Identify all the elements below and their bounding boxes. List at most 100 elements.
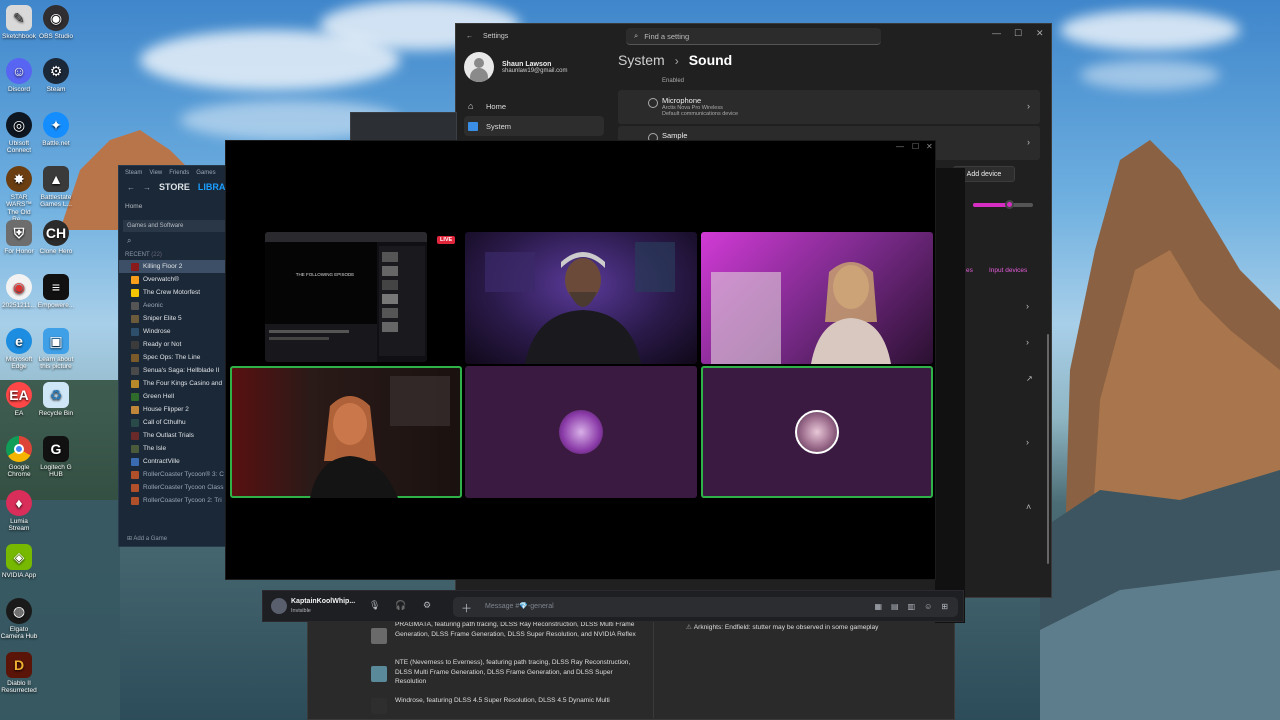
desktop-shortcut-nvidia[interactable]: ◈ NVIDIA App	[0, 544, 38, 579]
game-list-item[interactable]: RollerCoaster Tycoon 2: Tri	[119, 494, 230, 507]
game-list-item[interactable]: Aeonic	[119, 299, 230, 312]
back-arrow-icon[interactable]: ←	[466, 33, 473, 40]
breadcrumb-system[interactable]: System	[618, 52, 665, 68]
maximize-icon[interactable]: ☐	[1014, 28, 1022, 39]
desktop-shortcut-clone-hero[interactable]: CH Clone Hero	[37, 220, 75, 255]
game-icon	[131, 470, 139, 479]
recent-section-header[interactable]: RECENT (22)	[119, 246, 230, 260]
settings-scrollbar[interactable]	[1047, 334, 1049, 564]
participant-avatar-tile-speaking[interactable]	[701, 366, 933, 498]
emoji-icon[interactable]: ☺	[924, 602, 932, 611]
minimize-icon[interactable]: —	[896, 142, 904, 151]
nav-item-home[interactable]: ⌂ Home	[464, 96, 604, 116]
game-list-item[interactable]: Sniper Elite 5	[119, 312, 230, 325]
close-icon[interactable]: ✕	[926, 142, 933, 151]
steam-menu-friends[interactable]: Friends	[169, 170, 189, 176]
desktop-shortcut-battlestate[interactable]: ▲ Battlestate Games L...	[37, 166, 75, 209]
game-list-item[interactable]: The Crew Motorfest	[119, 286, 230, 299]
forward-arrow-icon[interactable]: →	[143, 183, 151, 192]
game-icon	[131, 301, 139, 310]
slider-thumb[interactable]	[1005, 200, 1014, 209]
desktop-shortcut-lumia[interactable]: ♦ Lumia Stream	[0, 490, 38, 533]
game-list-item[interactable]: RollerCoaster Tycoon Class	[119, 481, 230, 494]
search-icon[interactable]: ⌕	[119, 232, 230, 246]
desktop-shortcut-empower[interactable]: ≡ Empowere...	[37, 274, 75, 309]
desktop-shortcut-discord[interactable]: ☺ Discord	[0, 58, 38, 93]
desktop-shortcut-chrome[interactable]: Google Chrome	[0, 436, 38, 479]
chevron-up-icon[interactable]: ˄	[1026, 502, 1031, 512]
participant-camera-tile-speaking[interactable]	[230, 366, 462, 498]
desktop-shortcut-ea[interactable]: EA EA	[0, 382, 38, 417]
gear-icon[interactable]: ⚙	[423, 600, 431, 611]
plus-icon[interactable]: ＋	[461, 600, 472, 616]
nav-item-system[interactable]: System	[464, 116, 604, 136]
desktop-shortcut-spotlight[interactable]: ▣ Learn about this picture	[37, 328, 75, 371]
game-list-item[interactable]: Call of Cthulhu	[119, 416, 230, 429]
desktop-shortcut-diablo[interactable]: D Diablo II Resurrected	[0, 652, 38, 695]
screen-share-tile[interactable]: THE FOLLOWING EPISODE	[265, 232, 427, 362]
desktop-shortcut-battlenet[interactable]: ✦ Battle.net	[37, 112, 75, 147]
desktop-shortcut-ubisoft[interactable]: ◎ Ubisoft Connect	[0, 112, 38, 155]
gift-icon[interactable]: ▦	[874, 602, 882, 611]
participant-camera-tile[interactable]	[701, 232, 933, 364]
game-list-item[interactable]: Green Hell	[119, 390, 230, 403]
avatar[interactable]	[271, 598, 287, 614]
chevron-right-icon[interactable]: ›	[1026, 301, 1029, 311]
chevron-right-icon[interactable]: ›	[1026, 337, 1029, 347]
desktop-shortcut-sketchbook[interactable]: ✎ Sketchbook	[0, 5, 38, 40]
game-list-item[interactable]: The Outlast Trials	[119, 429, 230, 442]
microphone-device-row[interactable]: Microphone Arctis Nova Pro Wireless Defa…	[618, 90, 1040, 124]
desktop-shortcut-elgato[interactable]: ◍ Elgato Camera Hub	[0, 598, 38, 641]
desktop-shortcut-logitech[interactable]: G Logitech G HUB	[37, 436, 75, 479]
desktop-shortcut-swtor[interactable]: ✸ STAR WARS™ The Old Re...	[0, 166, 38, 224]
back-arrow-icon[interactable]: ←	[127, 183, 135, 192]
minimize-icon[interactable]: —	[992, 28, 1001, 38]
steam-menu-view[interactable]: View	[149, 170, 162, 176]
close-icon[interactable]: ✕	[1036, 28, 1044, 39]
settings-search-input[interactable]: ⌕ Find a setting	[626, 28, 881, 45]
partial-link[interactable]: es	[966, 267, 973, 274]
microphone-radio[interactable]	[648, 98, 658, 108]
game-list-item[interactable]: The Four Kings Casino and	[119, 377, 230, 390]
desktop-shortcut-recycle-bin[interactable]: ♻ Recycle Bin	[37, 382, 75, 417]
game-list-item[interactable]: Spec Ops: The Line	[119, 351, 230, 364]
message-placeholder: Message #💎-general	[485, 603, 554, 610]
game-list-item[interactable]: RollerCoaster Tycoon® 3: C	[119, 468, 230, 481]
apps-icon[interactable]: ⊞	[941, 602, 948, 611]
steam-menu-games[interactable]: Games	[196, 170, 215, 176]
library-home[interactable]: Home	[119, 195, 230, 210]
desktop-shortcut-for-honor[interactable]: ⛨ For Honor	[0, 220, 38, 255]
input-devices-link[interactable]: Input devices	[989, 267, 1027, 274]
gif-icon[interactable]: ▤	[891, 602, 899, 611]
desktop-shortcut-obs[interactable]: ◉ OBS Studio	[37, 5, 75, 40]
game-list-item[interactable]: The Isle	[119, 442, 230, 455]
game-list-item[interactable]: House Flipper 2	[119, 403, 230, 416]
slider-fill	[973, 203, 1009, 207]
game-list-item[interactable]: Windrose	[119, 325, 230, 338]
chevron-right-icon[interactable]: ›	[1026, 437, 1029, 447]
participant-avatar-tile[interactable]	[465, 366, 697, 498]
desktop-shortcut-edge[interactable]: e Microsoft Edge	[0, 328, 38, 371]
external-link-icon[interactable]: ↗	[1026, 374, 1033, 383]
steam-menu-steam[interactable]: Steam	[125, 170, 142, 176]
desktop-shortcut-steam[interactable]: ⚙ Steam	[37, 58, 75, 93]
desktop-shortcut-chrome-page[interactable]: ◉ 20251211...	[0, 274, 38, 309]
participant-camera-tile[interactable]	[465, 232, 697, 364]
game-list-item[interactable]: Overwatch®	[119, 273, 230, 286]
game-list-item[interactable]: Ready or Not	[119, 338, 230, 351]
discord-username[interactable]: KaptainKoolWhip...	[291, 598, 355, 605]
game-list-item[interactable]: Killing Floor 2	[119, 260, 230, 273]
headphones-icon[interactable]: 🎧	[395, 600, 406, 611]
user-profile[interactable]: Shaun Lawson shaunlaw19@gmail.com	[464, 52, 567, 82]
sticker-icon[interactable]: ▥	[908, 602, 916, 611]
game-list-item[interactable]: ContractVille	[119, 455, 230, 468]
game-list-item[interactable]: Senua's Saga: Hellblade II	[119, 364, 230, 377]
input-volume-slider[interactable]	[973, 200, 1033, 209]
tab-store[interactable]: STORE	[159, 182, 190, 192]
maximize-icon[interactable]: ☐	[912, 142, 919, 151]
add-game-button[interactable]: ⊞ Add a Game	[127, 535, 167, 542]
message-input[interactable]: ＋ Message #💎-general ▦ ▤ ▥ ☺ ⊞	[453, 597, 958, 617]
clone-hero-icon: CH	[43, 220, 69, 246]
library-filter-dropdown[interactable]: Games and Software	[123, 220, 226, 232]
microphone-icon[interactable]: 🎙	[369, 600, 380, 611]
